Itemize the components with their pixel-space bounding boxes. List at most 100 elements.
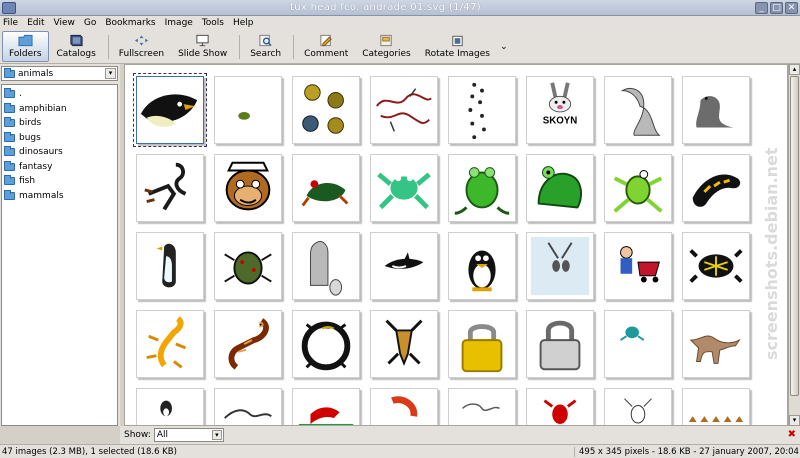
thumbnail-vines[interactable] — [370, 76, 438, 144]
filter-chevron-down-icon[interactable]: ▾ — [211, 430, 222, 440]
scrollbar-thumb[interactable] — [790, 76, 799, 396]
turtle-image — [689, 249, 743, 283]
thumbnail-penguin-standing[interactable] — [136, 232, 204, 300]
lobster-image — [543, 399, 577, 424]
thumbnail-monkey-sailor[interactable] — [214, 154, 282, 222]
catalogs-button[interactable]: Catalogs — [51, 31, 102, 62]
thumbnail-gecko-circle[interactable] — [292, 310, 360, 378]
thumbnail-footprints[interactable] — [448, 76, 516, 144]
green-frog-image — [454, 167, 510, 215]
thumbnail-frog-small[interactable] — [214, 76, 282, 144]
thumbnail-walrus[interactable] — [604, 76, 672, 144]
thumbnail-skoyn[interactable]: SKOYN — [526, 76, 594, 144]
thumbnail-tux[interactable] — [448, 232, 516, 300]
thumbnail-frog-red[interactable] — [292, 154, 360, 222]
thumbnail-sketch-creature[interactable] — [214, 388, 282, 425]
slideshow-button[interactable]: Slide Show — [172, 31, 233, 62]
thumbnail-frog-green[interactable] — [448, 154, 516, 222]
scorpion-image — [144, 162, 187, 211]
thumbnail-lobster[interactable] — [526, 388, 594, 425]
menu-edit[interactable]: Edit — [27, 18, 44, 28]
thumbnail-cart-kid[interactable] — [604, 232, 672, 300]
filter-select[interactable]: All ▾ — [153, 428, 224, 442]
rabbit-skoyn-image: SKOYN — [543, 82, 577, 127]
thumbnail-penguins-blue[interactable] — [526, 232, 594, 300]
folder-item-fantasy[interactable]: fantasy — [2, 160, 117, 175]
folder-item-amphibian[interactable]: amphibian — [2, 102, 117, 117]
thumbnail-cats-row[interactable] — [682, 388, 750, 425]
folder-item-fish[interactable]: fish — [2, 174, 117, 189]
status-image-info: 495 x 345 pixels - 18.6 KB - 27 january … — [574, 446, 800, 457]
thumbnail-shrimp[interactable] — [370, 388, 438, 425]
menu-help[interactable]: Help — [233, 18, 254, 28]
folder-item-dinosaurs[interactable]: dinosaurs — [2, 145, 117, 160]
thumbnail-scorpion[interactable] — [136, 154, 204, 222]
search-button[interactable]: Search — [244, 31, 287, 62]
folder-item-mammals[interactable]: mammals — [2, 189, 117, 204]
location-combo[interactable]: animals ▾ — [1, 66, 118, 81]
thumbnail-sketch-bird[interactable] — [448, 388, 516, 425]
thumbnail-padlock-gold[interactable] — [448, 310, 516, 378]
insect-outline-image — [624, 398, 652, 424]
thumbnail-lizard-black[interactable] — [682, 154, 750, 222]
location-combo-chevron-down-icon[interactable]: ▾ — [105, 68, 116, 79]
comment-button[interactable]: Comment — [298, 31, 354, 62]
thumbnail-dinosaur[interactable] — [682, 310, 750, 378]
standing-penguin-image — [156, 243, 176, 288]
thumbnail-lizard-shield[interactable] — [370, 310, 438, 378]
thumbnail-padlock-silver[interactable] — [526, 310, 594, 378]
folder-icon — [4, 175, 15, 186]
thumbnail-frog-teal[interactable] — [370, 154, 438, 222]
toolbar-overflow-chevron-down-icon[interactable]: ⌄ — [498, 42, 510, 52]
thumbnail-insect-outline[interactable] — [604, 388, 672, 425]
thumbnail-eyes[interactable] — [292, 76, 360, 144]
rotate-images-button[interactable]: Rotate Images — [419, 31, 496, 62]
thumbnail-penguin-small[interactable] — [136, 388, 204, 425]
toolbar-separator — [239, 34, 241, 59]
orca-image — [384, 252, 424, 269]
scroll-up-arrow-icon[interactable]: ▴ — [789, 64, 800, 75]
thumbnail-frog-yellow[interactable] — [604, 154, 672, 222]
folder-item-parent[interactable]: . — [2, 87, 117, 102]
menu-bookmarks[interactable]: Bookmarks — [105, 18, 155, 28]
dinosaur-image — [689, 335, 741, 364]
thumbnail-beetle[interactable] — [214, 232, 282, 300]
menu-image[interactable]: Image — [165, 18, 193, 28]
thumbnail-grid[interactable]: SKOYN — [124, 64, 788, 426]
menu-file[interactable]: File — [3, 18, 18, 28]
menu-go[interactable]: Go — [84, 18, 96, 28]
thumbnail-lizard-orange[interactable] — [136, 310, 204, 378]
maximize-button[interactable]: □ — [770, 1, 783, 14]
thumbnail-frog-teal-small[interactable] — [604, 310, 672, 378]
folder-icon — [18, 34, 33, 47]
thumbnail-seal[interactable] — [682, 76, 750, 144]
menu-tools[interactable]: Tools — [202, 18, 224, 28]
thumbnail-orca[interactable] — [370, 232, 438, 300]
comment-icon — [320, 34, 332, 47]
eyes-image — [302, 84, 344, 134]
title-bar: tux head fco. andrade 01.svg (1/47) _ □ … — [0, 0, 800, 16]
filter-label: Show: — [124, 430, 151, 440]
thumbnail-scrollbar[interactable]: ▴ ▾ — [788, 64, 800, 426]
folder-item-birds[interactable]: birds — [2, 116, 117, 131]
status-bar: 47 images (2.3 MB), 1 selected (18.6 KB)… — [0, 444, 800, 458]
thumbnail-frog-sitting[interactable] — [526, 154, 594, 222]
thumbnail-tux-head[interactable] — [133, 73, 207, 147]
folder-icon — [4, 88, 15, 99]
folder-icon — [4, 131, 15, 142]
clear-filter-close-icon[interactable]: ✖ — [788, 429, 796, 440]
scroll-down-arrow-icon[interactable]: ▾ — [789, 415, 800, 426]
window-menu-icon[interactable] — [2, 1, 16, 14]
categories-button[interactable]: Categories — [356, 31, 417, 62]
fullscreen-button[interactable]: Fullscreen — [113, 31, 170, 62]
folder-item-bugs[interactable]: bugs — [2, 131, 117, 146]
folders-button[interactable]: Folders — [2, 31, 49, 62]
thumbnail-welsh-dragon[interactable] — [292, 388, 360, 425]
thumbnail-turtle[interactable] — [682, 232, 750, 300]
menu-view[interactable]: View — [54, 18, 75, 28]
thumbnail-lizard-tribal[interactable] — [214, 310, 282, 378]
close-button[interactable]: ✕ — [785, 1, 798, 14]
minimize-button[interactable]: _ — [755, 1, 768, 14]
thumbnail-penguins-grey[interactable] — [292, 232, 360, 300]
welsh-dragon-flag-image — [298, 398, 354, 425]
